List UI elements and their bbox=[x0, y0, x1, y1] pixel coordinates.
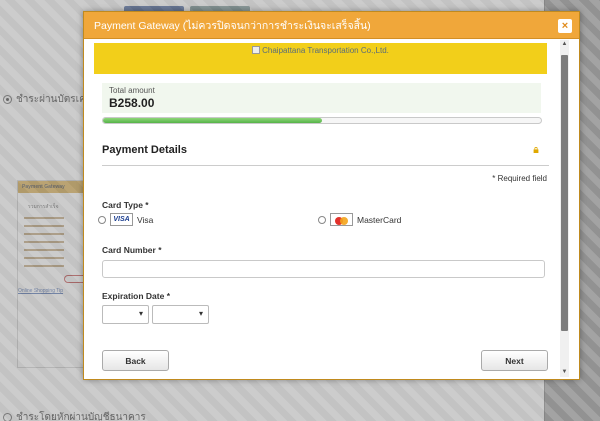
merchant-logo: Chaipattana Transportation Co.,Ltd. bbox=[252, 46, 389, 74]
visa-radio[interactable] bbox=[98, 215, 106, 224]
scroll-thumb[interactable] bbox=[561, 55, 568, 331]
broken-image-icon bbox=[252, 46, 261, 54]
card-option-mastercard[interactable]: MasterCard bbox=[318, 213, 401, 226]
total-amount-box: Total amount B258.00 bbox=[102, 83, 541, 113]
modal-header: Payment Gateway (ไม่ควรปิดจนกว่าการชำระเ… bbox=[84, 12, 579, 39]
expiration-month-select[interactable] bbox=[102, 305, 149, 324]
divider bbox=[102, 165, 549, 166]
card-number-label: Card Number * bbox=[102, 245, 162, 255]
scroll-down-icon[interactable]: ▼ bbox=[560, 368, 569, 377]
radio-icon[interactable] bbox=[3, 95, 12, 104]
modal-title: Payment Gateway (ไม่ควรปิดจนกว่าการชำระเ… bbox=[94, 19, 371, 32]
radio-icon[interactable] bbox=[3, 413, 12, 421]
bg-payment-thumbnail: Payment Gateway รวมการสำเร็จ Online Shop… bbox=[17, 180, 92, 368]
merchant-logo-bar: Chaipattana Transportation Co.,Ltd. bbox=[94, 43, 547, 74]
mastercard-logo-icon bbox=[330, 213, 353, 226]
next-button[interactable]: Next bbox=[481, 350, 548, 371]
modal-body: Chaipattana Transportation Co.,Ltd. Tota… bbox=[84, 40, 579, 379]
expiration-date-label: Expiration Date * bbox=[102, 291, 171, 301]
expiration-year-select[interactable] bbox=[152, 305, 209, 324]
required-field-note: * Required field bbox=[492, 174, 547, 183]
progress-bar bbox=[102, 117, 542, 124]
expiration-date-selects bbox=[102, 305, 547, 324]
lock-icon bbox=[533, 147, 539, 153]
card-number-input[interactable] bbox=[102, 260, 545, 278]
visa-logo-icon: VISA bbox=[110, 213, 133, 226]
form-buttons: Back Next bbox=[94, 350, 548, 372]
payment-form: Chaipattana Transportation Co.,Ltd. Tota… bbox=[94, 43, 549, 379]
total-amount-label: Total amount bbox=[109, 86, 155, 95]
progress-fill bbox=[103, 118, 322, 123]
scroll-up-icon[interactable]: ▲ bbox=[560, 40, 569, 49]
mastercard-radio[interactable] bbox=[318, 215, 326, 224]
back-button[interactable]: Back bbox=[102, 350, 169, 371]
payment-gateway-modal: Payment Gateway (ไม่ควรปิดจนกว่าการชำระเ… bbox=[83, 11, 580, 380]
card-type-label: Card Type * bbox=[102, 200, 149, 210]
close-icon[interactable]: × bbox=[558, 19, 572, 33]
total-amount-value: B258.00 bbox=[109, 96, 155, 110]
modal-scrollbar[interactable]: ▲ ▼ bbox=[560, 40, 569, 377]
card-type-options: VISA Visa MasterCard bbox=[94, 213, 547, 231]
section-title: Payment Details bbox=[102, 144, 187, 156]
bg-option-bank-account[interactable]: ชำระโดยหักผ่านบัญชีธนาคาร bbox=[3, 410, 146, 421]
card-option-visa[interactable]: VISA Visa bbox=[98, 213, 153, 226]
